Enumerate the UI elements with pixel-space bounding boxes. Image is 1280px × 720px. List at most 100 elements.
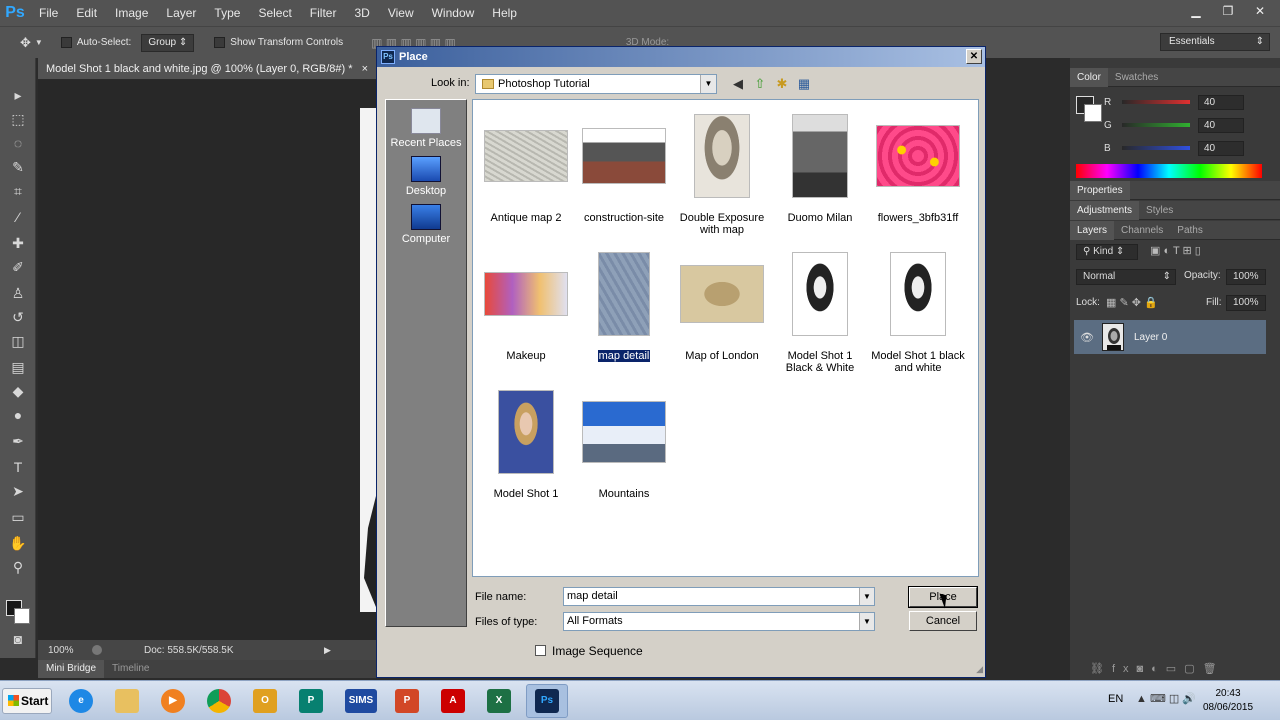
lasso-tool-icon[interactable]: ◌: [6, 132, 30, 154]
file-item[interactable]: flowers_3bfb31ff: [870, 108, 966, 224]
chevron-down-icon[interactable]: ▼: [859, 588, 874, 605]
file-list[interactable]: Antique map 2 construction-site Double E…: [472, 99, 979, 577]
tab-layers[interactable]: Layers: [1070, 220, 1115, 240]
blue-slider[interactable]: [1122, 146, 1190, 150]
taskbar-sims[interactable]: SIMS: [340, 684, 382, 718]
file-item[interactable]: Makeup: [478, 246, 574, 362]
back-icon[interactable]: ◀: [729, 75, 747, 93]
file-item[interactable]: Model Shot 1 black and white: [870, 246, 966, 374]
tab-styles[interactable]: Styles: [1139, 201, 1180, 220]
visibility-eye-icon[interactable]: 👁: [1080, 331, 1094, 344]
taskbar-powerpoint[interactable]: P: [386, 684, 428, 718]
layer-action-icons[interactable]: ⛓fx◙◐▭▢🗑: [1090, 662, 1225, 675]
close-button[interactable]: ✕: [1246, 2, 1274, 20]
tab-adjustments[interactable]: Adjustments: [1070, 200, 1140, 220]
layer-kind-filter[interactable]: ⚲ Kind ⇕: [1076, 244, 1138, 260]
crop-tool-icon[interactable]: ⌗: [6, 180, 30, 202]
tab-paths[interactable]: Paths: [1170, 221, 1210, 240]
gradient-tool-icon[interactable]: ▤: [6, 356, 30, 378]
menu-view[interactable]: View: [379, 0, 423, 26]
workspace-dropdown[interactable]: Essentials ⇕: [1160, 33, 1270, 51]
taskbar-photoshop[interactable]: Ps: [526, 684, 568, 718]
lock-icons[interactable]: ▦ ✎ ✥ 🔒: [1106, 296, 1158, 309]
eyedropper-tool-icon[interactable]: ⁄: [6, 206, 30, 228]
blue-value-field[interactable]: 40: [1198, 140, 1244, 156]
file-item[interactable]: Model Shot 1 Black & White: [772, 246, 868, 374]
file-item[interactable]: Antique map 2: [478, 108, 574, 224]
clone-stamp-tool-icon[interactable]: ♙: [6, 282, 30, 304]
layer-row[interactable]: 👁 Layer 0: [1074, 320, 1266, 354]
type-tool-icon[interactable]: T: [6, 456, 30, 478]
healing-brush-tool-icon[interactable]: ✚: [6, 232, 30, 254]
image-sequence-checkbox[interactable]: [535, 645, 546, 656]
dodge-tool-icon[interactable]: ●: [6, 404, 30, 426]
auto-select-dropdown[interactable]: Group ⇕: [141, 33, 195, 52]
red-slider[interactable]: [1122, 100, 1190, 104]
start-button[interactable]: Start: [2, 688, 52, 714]
menu-filter[interactable]: Filter: [301, 0, 346, 26]
look-in-dropdown[interactable]: Photoshop Tutorial ▼: [475, 74, 717, 94]
blur-tool-icon[interactable]: ◆: [6, 380, 30, 402]
file-item[interactable]: Map of London: [674, 246, 770, 362]
layer-name[interactable]: Layer 0: [1134, 332, 1167, 343]
hand-tool-icon[interactable]: ✋: [6, 532, 30, 554]
file-name-input[interactable]: map detail ▼: [563, 587, 875, 606]
taskbar-file-explorer[interactable]: [106, 684, 148, 718]
tray-icons[interactable]: ▲ ⌨ ◫ 🔊: [1136, 692, 1196, 705]
transform-controls-checkbox[interactable]: [214, 37, 226, 48]
place-desktop[interactable]: Desktop: [386, 156, 466, 197]
brush-tool-icon[interactable]: ✐: [6, 256, 30, 278]
tool-preset-chevron-icon[interactable]: ▼: [35, 38, 43, 47]
pen-tool-icon[interactable]: ✒: [6, 430, 30, 452]
green-slider[interactable]: [1122, 123, 1190, 127]
move-tool-icon[interactable]: ▸: [6, 84, 30, 106]
taskbar-publisher[interactable]: P: [290, 684, 332, 718]
menu-type[interactable]: Type: [205, 0, 249, 26]
minimize-button[interactable]: ▁: [1182, 2, 1210, 20]
taskbar-excel[interactable]: X: [478, 684, 520, 718]
new-folder-icon[interactable]: ✱: [773, 75, 791, 93]
tab-swatches[interactable]: Swatches: [1108, 68, 1165, 87]
chevron-down-icon[interactable]: ▼: [859, 613, 874, 630]
place-computer[interactable]: Computer: [386, 204, 466, 245]
restore-button[interactable]: ❐: [1214, 2, 1242, 20]
quick-mask-icon[interactable]: ◙: [6, 628, 30, 650]
move-tool-icon[interactable]: ✥: [20, 35, 31, 51]
layer-filter-icons[interactable]: ▣ ◐ T ⊞ ▯: [1150, 244, 1201, 257]
system-clock[interactable]: 20:43 08/06/2015: [1198, 687, 1258, 715]
zoom-level[interactable]: 100%: [48, 645, 92, 656]
resize-grip-icon[interactable]: ◢: [976, 664, 983, 675]
document-tab[interactable]: Model Shot 1 black and white.jpg @ 100% …: [38, 58, 378, 80]
menu-file[interactable]: File: [30, 0, 67, 26]
opacity-field[interactable]: 100%: [1226, 269, 1266, 285]
tab-properties[interactable]: Properties: [1070, 180, 1130, 200]
menu-edit[interactable]: Edit: [67, 0, 106, 26]
menu-help[interactable]: Help: [483, 0, 526, 26]
tab-mini-bridge[interactable]: Mini Bridge: [38, 660, 105, 678]
tab-color[interactable]: Color: [1070, 67, 1108, 87]
zoom-tool-icon[interactable]: ⚲: [6, 556, 30, 578]
status-icon[interactable]: [92, 645, 102, 655]
close-tab-icon[interactable]: ×: [362, 63, 368, 75]
menu-layer[interactable]: Layer: [157, 0, 205, 26]
file-item[interactable]: Mountains: [576, 384, 672, 500]
marquee-tool-icon[interactable]: ⬚: [6, 108, 30, 130]
taskbar-acrobat[interactable]: A: [432, 684, 474, 718]
dialog-close-icon[interactable]: ✕: [966, 49, 982, 64]
menu-select[interactable]: Select: [249, 0, 300, 26]
red-value-field[interactable]: 40: [1198, 94, 1244, 110]
auto-select-checkbox[interactable]: [60, 37, 72, 48]
fill-field[interactable]: 100%: [1226, 295, 1266, 311]
history-brush-tool-icon[interactable]: ↺: [6, 306, 30, 328]
cancel-button[interactable]: Cancel: [909, 611, 977, 631]
file-type-dropdown[interactable]: All Formats ▼: [563, 612, 875, 631]
tab-timeline[interactable]: Timeline: [104, 660, 157, 678]
menu-image[interactable]: Image: [106, 0, 157, 26]
file-item[interactable]: Duomo Milan: [772, 108, 868, 224]
status-menu-arrow-icon[interactable]: ▶: [324, 645, 331, 656]
file-item[interactable]: construction-site: [576, 108, 672, 224]
up-folder-icon[interactable]: ⇧: [751, 75, 769, 93]
file-item[interactable]: Double Exposure with map: [674, 108, 770, 236]
menu-window[interactable]: Window: [423, 0, 484, 26]
background-color-swatch[interactable]: [14, 608, 30, 624]
